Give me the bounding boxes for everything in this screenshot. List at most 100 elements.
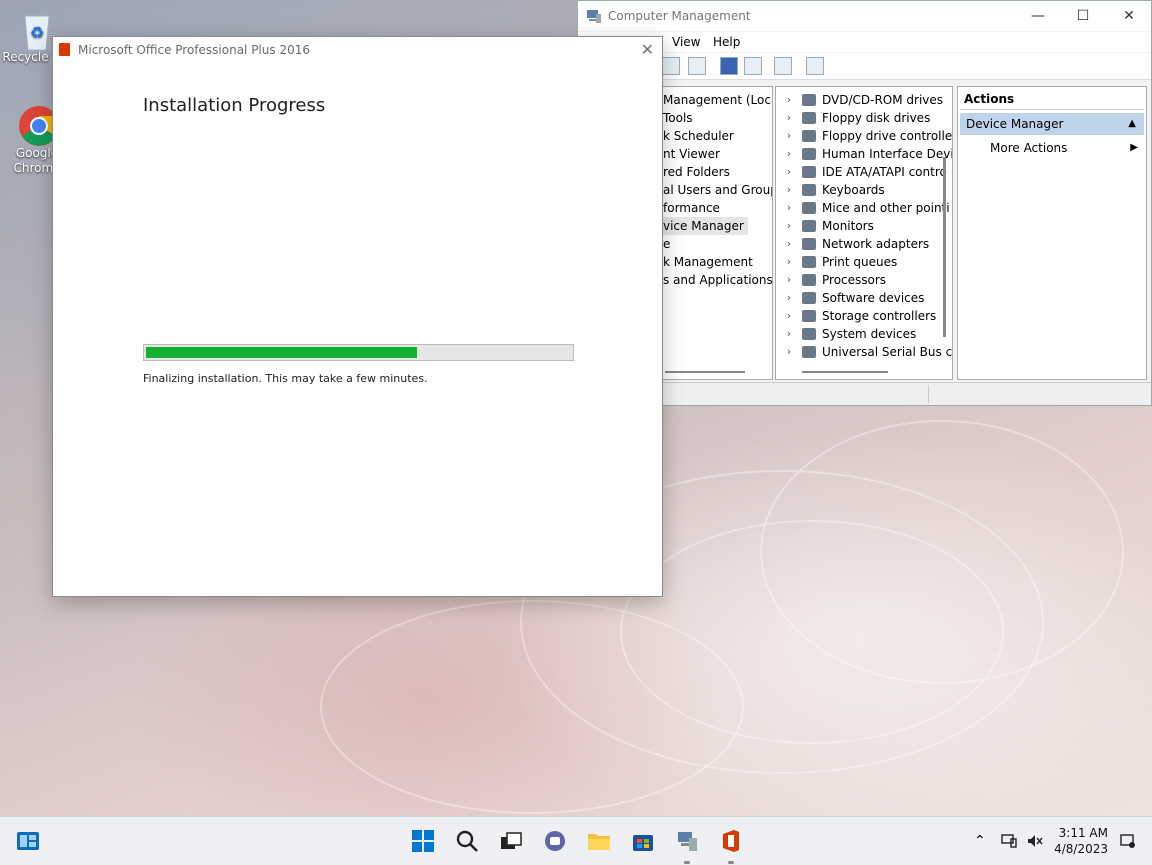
expand-chevron-icon[interactable]: › bbox=[782, 343, 796, 361]
vertical-scrollbar[interactable] bbox=[943, 157, 946, 337]
device-category-row[interactable]: › Mice and other pointi bbox=[776, 199, 950, 217]
device-category-row[interactable]: › Floppy disk drives bbox=[776, 109, 931, 127]
computer-management-icon[interactable] bbox=[675, 829, 699, 853]
tree-item[interactable]: Tools bbox=[663, 109, 693, 127]
device-category-row[interactable]: › Network adapters bbox=[776, 235, 929, 253]
expand-chevron-icon[interactable]: › bbox=[782, 127, 796, 145]
expand-chevron-icon[interactable]: › bbox=[782, 91, 796, 109]
more-actions-item[interactable]: More Actions ▶ bbox=[990, 138, 1140, 158]
tree-item[interactable]: formance bbox=[663, 199, 720, 217]
device-category-label: Storage controllers bbox=[822, 309, 937, 323]
expand-chevron-icon[interactable]: › bbox=[782, 109, 796, 127]
device-category-icon bbox=[802, 328, 816, 340]
actions-device-manager[interactable]: Device Manager ▲ bbox=[960, 113, 1144, 135]
installation-progress-bar bbox=[143, 344, 574, 361]
device-category-row[interactable]: › Monitors bbox=[776, 217, 874, 235]
office-icon[interactable] bbox=[719, 829, 743, 853]
expand-chevron-icon[interactable]: › bbox=[782, 271, 796, 289]
expand-chevron-icon[interactable]: › bbox=[782, 325, 796, 343]
horizontal-scrollbar[interactable] bbox=[665, 371, 745, 373]
close-button[interactable]: ✕ bbox=[1106, 1, 1152, 31]
window-title: Computer Management bbox=[608, 9, 751, 23]
search-icon[interactable] bbox=[455, 829, 479, 853]
clock[interactable]: 3:11 AM 4/8/2023 bbox=[1054, 825, 1108, 857]
show-action-pane-icon[interactable] bbox=[744, 57, 762, 75]
expand-chevron-icon[interactable]: › bbox=[782, 163, 796, 181]
device-category-row[interactable]: › Processors bbox=[776, 271, 886, 289]
tree-item[interactable]: s and Applications bbox=[663, 271, 772, 289]
print-icon[interactable] bbox=[774, 57, 792, 75]
device-category-row[interactable]: › Software devices bbox=[776, 289, 925, 307]
monitor-icon[interactable] bbox=[806, 57, 824, 75]
menu-view[interactable]: View bbox=[672, 35, 700, 49]
task-view-icon[interactable] bbox=[499, 829, 523, 853]
collapse-arrow-icon[interactable]: ▲ bbox=[1128, 113, 1136, 135]
device-category-row[interactable]: › Human Interface Devi bbox=[776, 145, 952, 163]
network-icon[interactable] bbox=[1000, 832, 1018, 850]
tree-item[interactable]: Management (Local bbox=[663, 91, 772, 109]
device-category-label: Software devices bbox=[822, 291, 925, 305]
title-bar[interactable]: Microsoft Office Professional Plus 2016 bbox=[53, 37, 662, 62]
device-category-label: Print queues bbox=[822, 255, 898, 269]
teams-chat-icon[interactable] bbox=[543, 829, 567, 853]
volume-icon[interactable] bbox=[1026, 832, 1044, 850]
device-category-row[interactable]: › Print queues bbox=[776, 253, 897, 271]
notification-icon[interactable] bbox=[1120, 833, 1136, 849]
device-category-icon bbox=[802, 94, 816, 106]
menu-help[interactable]: Help bbox=[713, 35, 740, 49]
device-category-icon bbox=[802, 166, 816, 178]
file-explorer-icon[interactable] bbox=[587, 829, 611, 853]
device-category-icon bbox=[802, 202, 816, 214]
office-installer-window[interactable]: Microsoft Office Professional Plus 2016 … bbox=[52, 36, 663, 597]
expand-chevron-icon[interactable]: › bbox=[782, 145, 796, 163]
device-list-pane[interactable]: › DVD/CD-ROM drives › Floppy disk drives › Fl… bbox=[775, 86, 953, 380]
horizontal-scrollbar[interactable] bbox=[802, 371, 888, 373]
tree-item[interactable]: red Folders bbox=[663, 163, 730, 181]
start-icon[interactable] bbox=[411, 829, 435, 853]
device-category-row[interactable]: › DVD/CD-ROM drives bbox=[776, 91, 943, 109]
widgets-icon[interactable] bbox=[16, 829, 40, 853]
device-category-row[interactable]: › Keyboards bbox=[776, 181, 885, 199]
device-category-icon bbox=[802, 220, 816, 232]
device-category-label: DVD/CD-ROM drives bbox=[822, 93, 944, 107]
maximize-button[interactable]: ☐ bbox=[1060, 1, 1106, 31]
device-category-row[interactable]: › Storage controllers bbox=[776, 307, 936, 325]
system-tray: ⌃ bbox=[974, 817, 1044, 865]
device-category-icon bbox=[802, 346, 816, 358]
expand-chevron-icon[interactable]: › bbox=[782, 181, 796, 199]
expand-chevron-icon[interactable]: › bbox=[782, 289, 796, 307]
chevron-up-icon[interactable]: ⌃ bbox=[974, 833, 992, 849]
svg-text:♻: ♻ bbox=[30, 23, 44, 42]
expand-chevron-icon[interactable]: › bbox=[782, 307, 796, 325]
device-category-label: Universal Serial Bus co bbox=[822, 345, 953, 359]
tree-item[interactable]: al Users and Groups bbox=[663, 181, 772, 199]
expand-chevron-icon[interactable]: › bbox=[782, 235, 796, 253]
menu-bar: View Help bbox=[578, 32, 1151, 52]
show-hide-tree-icon[interactable] bbox=[662, 57, 680, 75]
expand-chevron-icon[interactable]: › bbox=[782, 217, 796, 235]
device-category-label: Processors bbox=[822, 273, 887, 287]
tree-item[interactable]: k Scheduler bbox=[663, 127, 734, 145]
close-button[interactable]: ✕ bbox=[641, 40, 654, 59]
device-category-row[interactable]: › Universal Serial Bus co bbox=[776, 343, 953, 361]
tree-item[interactable]: k Management bbox=[663, 253, 753, 271]
tree-item[interactable]: nt Viewer bbox=[663, 145, 720, 163]
expand-chevron-icon[interactable]: › bbox=[782, 199, 796, 217]
expand-chevron-icon[interactable]: › bbox=[782, 253, 796, 271]
device-category-row[interactable]: › IDE ATA/ATAPI contro bbox=[776, 163, 947, 181]
taskbar: ⌃ 3:11 AM 4/8/2023 bbox=[0, 816, 1152, 865]
device-category-label: Floppy disk drives bbox=[822, 111, 931, 125]
device-category-row[interactable]: › Floppy drive controlle bbox=[776, 127, 952, 145]
help-icon[interactable] bbox=[720, 57, 738, 75]
wallpaper-petal bbox=[760, 420, 1124, 684]
console-tree-pane[interactable]: Management (Local Tools k Scheduler nt View… bbox=[661, 86, 773, 380]
clock-time: 3:11 AM bbox=[1058, 826, 1108, 840]
tree-item[interactable]: e bbox=[663, 235, 670, 253]
computer-management-window[interactable]: Computer Management — ☐ ✕ View Help Mana… bbox=[577, 0, 1152, 406]
device-category-row[interactable]: › System devices bbox=[776, 325, 916, 343]
minimize-button[interactable]: — bbox=[1015, 1, 1061, 31]
properties-icon[interactable] bbox=[688, 57, 706, 75]
tree-item[interactable]: vice Manager bbox=[663, 217, 748, 235]
chrome-icon bbox=[17, 104, 59, 146]
store-icon[interactable] bbox=[631, 829, 655, 853]
